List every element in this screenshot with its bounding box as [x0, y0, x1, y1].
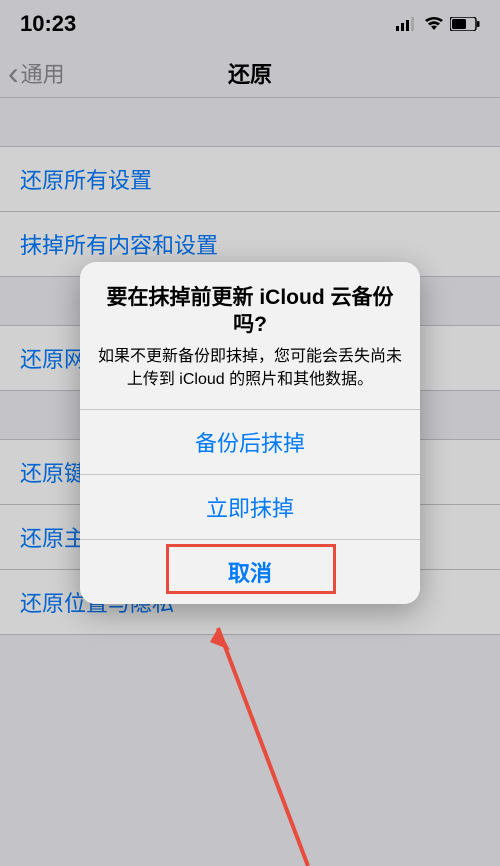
backup-then-erase-button[interactable]: 备份后抹掉 — [80, 409, 420, 474]
alert-message: 如果不更新备份即抹掉，您可能会丢失尚未上传到 iCloud 的照片和其他数据。 — [98, 346, 402, 391]
alert-body: 要在抹掉前更新 iCloud 云备份吗? 如果不更新备份即抹掉，您可能会丢失尚未… — [80, 262, 420, 409]
alert-dialog: 要在抹掉前更新 iCloud 云备份吗? 如果不更新备份即抹掉，您可能会丢失尚未… — [80, 262, 420, 604]
cancel-button[interactable]: 取消 — [80, 539, 420, 604]
erase-now-button[interactable]: 立即抹掉 — [80, 474, 420, 539]
alert-title: 要在抹掉前更新 iCloud 云备份吗? — [98, 284, 402, 339]
modal-overlay: 要在抹掉前更新 iCloud 云备份吗? 如果不更新备份即抹掉，您可能会丢失尚未… — [0, 0, 500, 866]
